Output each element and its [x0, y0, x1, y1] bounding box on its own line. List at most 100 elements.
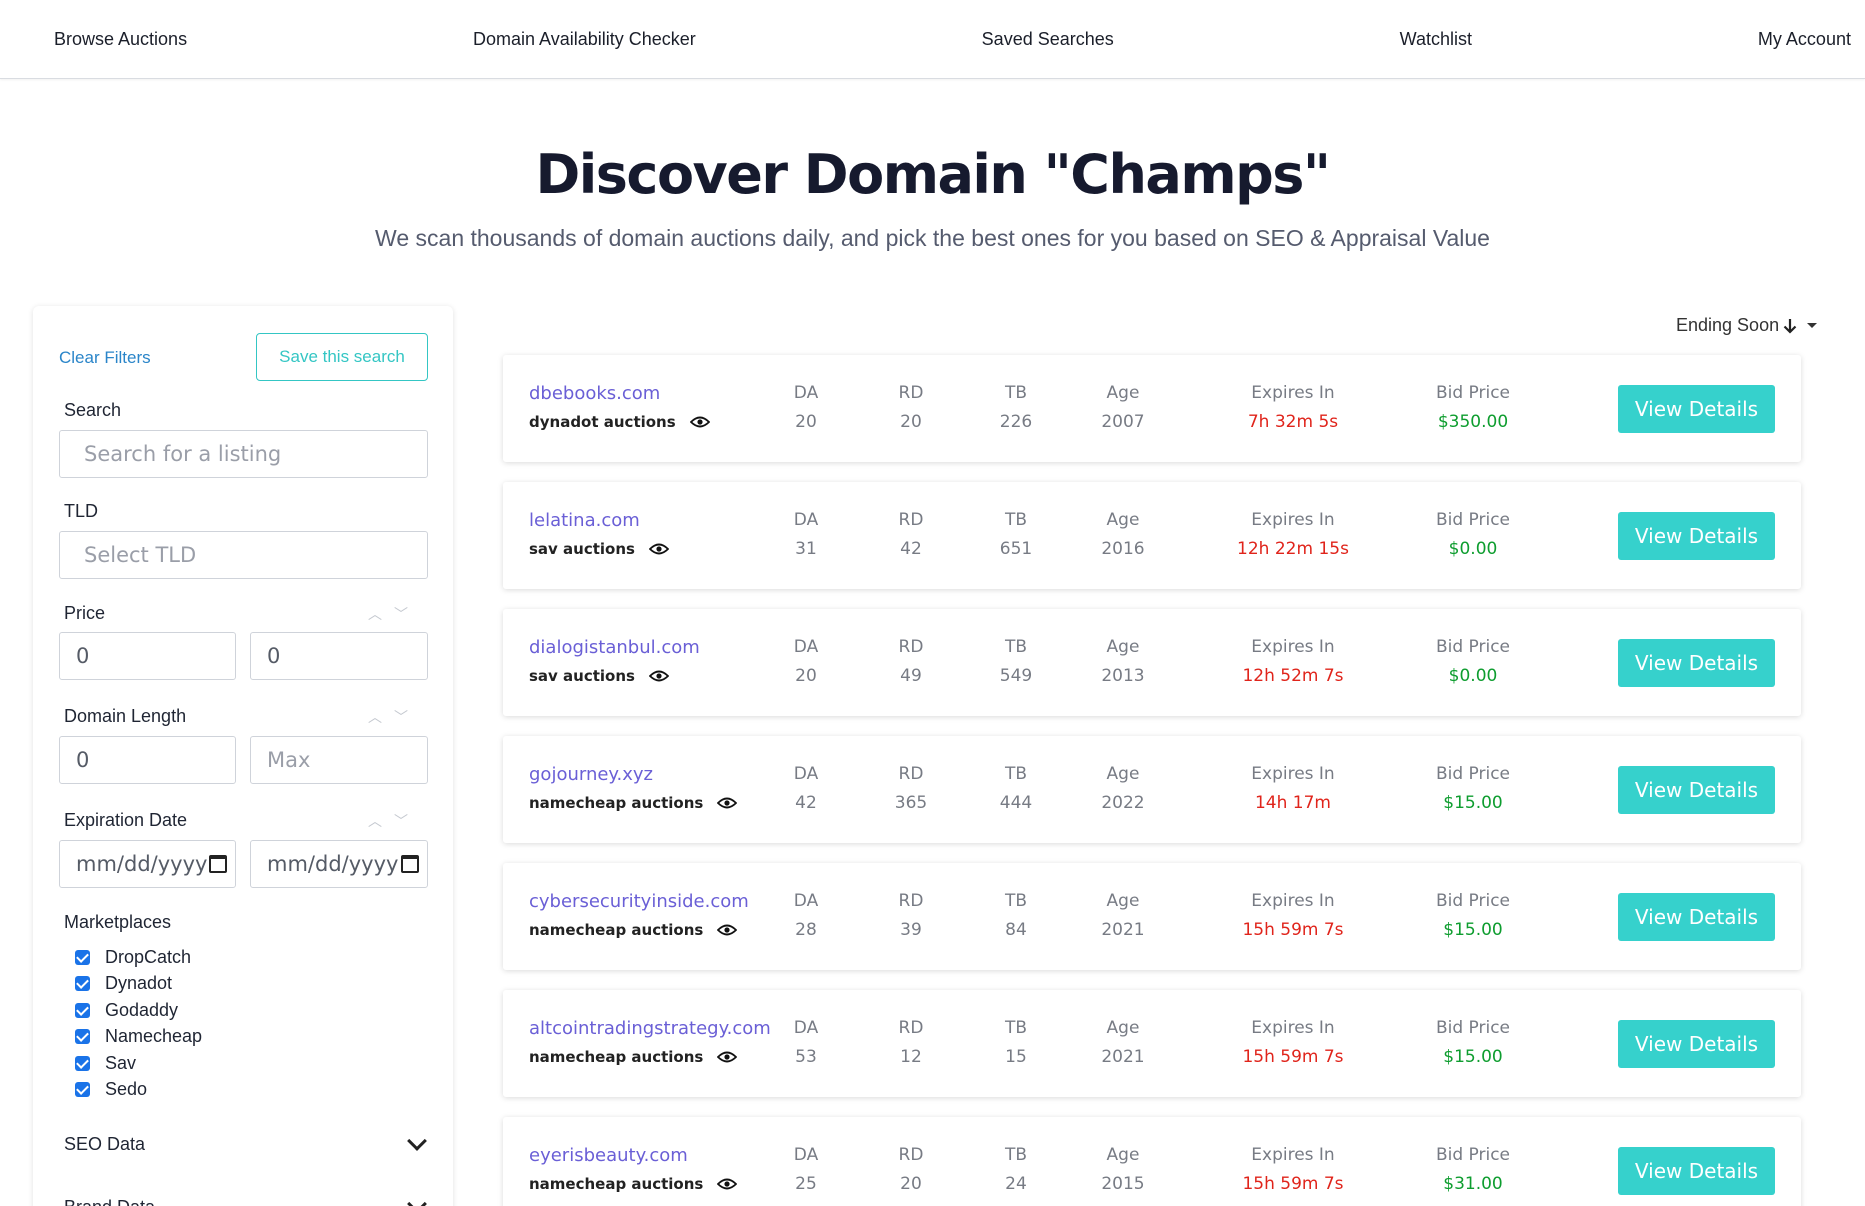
checkbox-checked[interactable]	[75, 1055, 90, 1071]
stat-value: 444	[999, 793, 1033, 813]
domain-link[interactable]: eyerisbeauty.com	[529, 1145, 688, 1166]
chevron-up-icon[interactable]: ︿	[368, 811, 394, 831]
view-details-button[interactable]: View Details	[1618, 766, 1775, 814]
length-max-input[interactable]: Max	[250, 736, 428, 784]
stat-value: $15.00	[1443, 1047, 1503, 1067]
view-details-button[interactable]: View Details	[1618, 512, 1775, 560]
eye-icon[interactable]	[717, 797, 738, 809]
brand-data-accordion[interactable]: Brand Data	[64, 1194, 427, 1206]
marketplace-namecheap[interactable]: Namecheap	[75, 1024, 202, 1051]
stat-value: $15.00	[1443, 793, 1503, 813]
listing-card: cybersecurityinside.com namecheap auction…	[503, 863, 1801, 970]
stat-value: 2022	[1101, 793, 1145, 813]
stat-value: 84	[1005, 920, 1027, 940]
domain-link[interactable]: altcointradingstrategy.com	[529, 1018, 771, 1039]
stat-value: 15h 59m 7s	[1242, 1047, 1344, 1067]
nav-watchlist[interactable]: Watchlist	[1400, 29, 1472, 50]
eye-icon[interactable]	[717, 1178, 738, 1190]
stat-header: TB	[1004, 1018, 1028, 1038]
clear-filters-link[interactable]: Clear Filters	[59, 348, 151, 368]
stat-bid: Bid Price $350.00	[1393, 383, 1553, 432]
stat-bid: Bid Price $0.00	[1393, 510, 1553, 559]
stat-header: DA	[793, 383, 819, 403]
eye-icon[interactable]	[717, 1051, 738, 1063]
domain-link[interactable]: dbebooks.com	[529, 383, 660, 404]
stat-rd: RD 365	[881, 764, 941, 813]
stat-header: DA	[793, 510, 819, 530]
expiration-start-input[interactable]: mm/dd/yyyy	[59, 840, 236, 888]
chevron-down-icon[interactable]	[407, 1131, 427, 1151]
stat-value: 42	[900, 539, 922, 559]
stat-rd: RD 12	[881, 1018, 941, 1067]
nav-my-account[interactable]: My Account	[1758, 29, 1851, 50]
price-sort-chevrons[interactable]: ︿﹀	[368, 604, 420, 624]
calendar-icon[interactable]	[401, 855, 419, 873]
checkbox-checked[interactable]	[75, 1082, 90, 1098]
seo-data-accordion[interactable]: SEO Data	[64, 1131, 427, 1155]
search-input[interactable]: Search for a listing	[59, 430, 428, 478]
caret-down-icon	[1807, 323, 1818, 328]
length-sort-chevrons[interactable]: ︿﹀	[368, 707, 420, 727]
calendar-icon[interactable]	[209, 855, 227, 873]
sort-dropdown[interactable]: Ending Soon	[1676, 315, 1818, 336]
stat-expires: Expires In 14h 17m	[1213, 764, 1373, 813]
chevron-down-icon[interactable]: ﹀	[394, 811, 420, 831]
marketplace-dropcatch[interactable]: DropCatch	[75, 944, 202, 971]
view-details-button[interactable]: View Details	[1618, 1147, 1775, 1195]
nav-saved-searches[interactable]: Saved Searches	[982, 29, 1114, 50]
chevron-down-icon[interactable]: ﹀	[394, 604, 420, 624]
price-max-input[interactable]: 0	[250, 632, 428, 680]
expiration-sort-chevrons[interactable]: ︿﹀	[368, 811, 420, 831]
stat-header: Age	[1106, 510, 1140, 530]
marketplace-sedo[interactable]: Sedo	[75, 1077, 202, 1104]
stat-expires: Expires In 12h 22m 15s	[1213, 510, 1373, 559]
view-details-button[interactable]: View Details	[1618, 893, 1775, 941]
marketplace-sav[interactable]: Sav	[75, 1050, 202, 1077]
checkbox-checked[interactable]	[75, 1002, 90, 1018]
domain-link[interactable]: gojourney.xyz	[529, 764, 653, 785]
stat-value: 42	[795, 793, 817, 813]
price-label: Price	[64, 603, 106, 623]
view-details-button[interactable]: View Details	[1618, 1020, 1775, 1068]
stat-header: Bid Price	[1435, 1018, 1511, 1038]
marketplace-label: dynadot auctions	[529, 413, 676, 431]
eye-icon[interactable]	[648, 670, 669, 682]
nav-browse-auctions[interactable]: Browse Auctions	[54, 29, 187, 50]
chevron-up-icon[interactable]: ︿	[368, 707, 394, 727]
checkbox-checked[interactable]	[75, 976, 90, 992]
stat-value: 2016	[1101, 539, 1145, 559]
eye-icon[interactable]	[648, 543, 669, 555]
stat-header: TB	[1004, 637, 1028, 657]
marketplace-dynadot[interactable]: Dynadot	[75, 971, 202, 998]
chevron-down-icon[interactable]	[407, 1194, 427, 1206]
expiration-end-input[interactable]: mm/dd/yyyy	[250, 840, 428, 888]
nav-domain-availability-checker[interactable]: Domain Availability Checker	[473, 29, 696, 50]
tld-select[interactable]: Select TLD	[59, 531, 428, 579]
checkbox-checked[interactable]	[75, 949, 90, 965]
stat-value: 12h 22m 15s	[1237, 539, 1349, 559]
stat-header: RD	[898, 891, 924, 911]
stat-rd: RD 20	[881, 1145, 941, 1194]
domain-link[interactable]: dialogistanbul.com	[529, 637, 700, 658]
stat-header: TB	[1004, 510, 1028, 530]
save-search-button[interactable]: Save this search	[256, 333, 428, 381]
domain-link[interactable]: lelatina.com	[529, 510, 640, 531]
eye-icon[interactable]	[717, 924, 738, 936]
price-min-input[interactable]: 0	[59, 632, 236, 680]
chevron-up-icon[interactable]: ︿	[368, 604, 394, 624]
stat-header: TB	[1004, 891, 1028, 911]
stat-value: 2015	[1101, 1174, 1145, 1194]
view-details-button[interactable]: View Details	[1618, 385, 1775, 433]
stat-age: Age 2021	[1088, 1018, 1158, 1067]
eye-icon[interactable]	[689, 416, 710, 428]
marketplace-godaddy[interactable]: Godaddy	[75, 997, 202, 1024]
marketplace-label: Dynadot	[105, 973, 173, 994]
domain-link[interactable]: cybersecurityinside.com	[529, 891, 749, 912]
chevron-down-icon[interactable]: ﹀	[394, 707, 420, 727]
stat-da: DA 28	[776, 891, 836, 940]
stat-header: Expires In	[1251, 510, 1335, 530]
checkbox-checked[interactable]	[75, 1029, 90, 1045]
view-details-button[interactable]: View Details	[1618, 639, 1775, 687]
length-min-input[interactable]: 0	[59, 736, 236, 784]
date-placeholder: mm/dd/yyyy	[76, 852, 208, 876]
